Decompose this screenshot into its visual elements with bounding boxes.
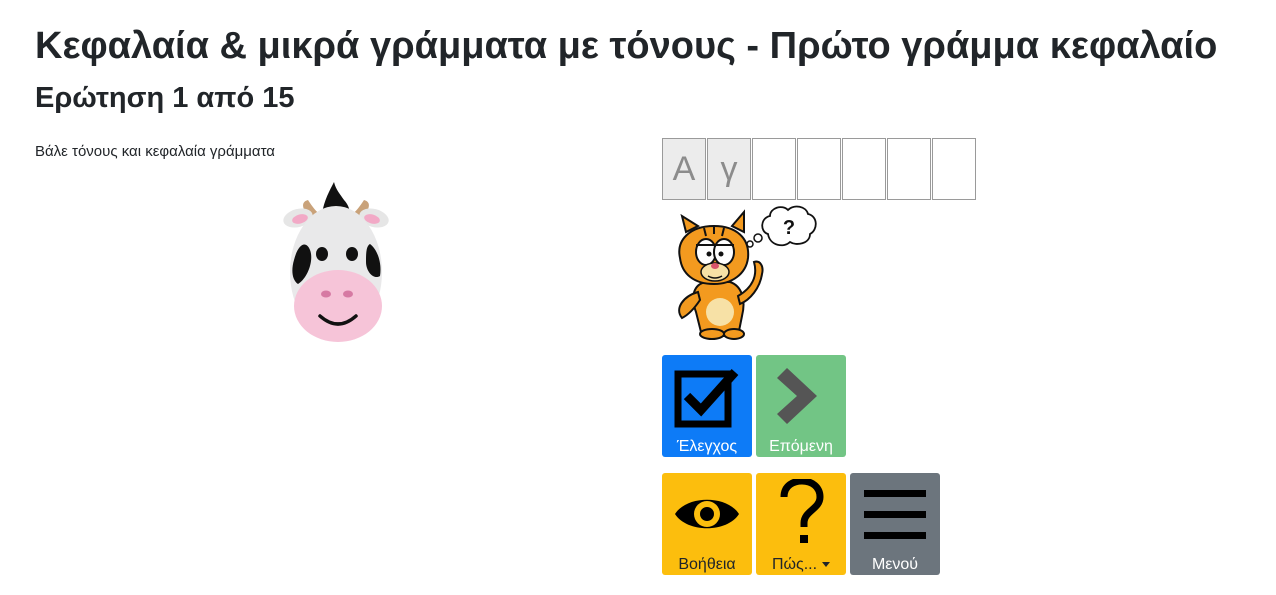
checkbox-check-icon xyxy=(672,361,742,431)
thought-bubble-question-mark: ? xyxy=(783,217,795,239)
letter-cell[interactable] xyxy=(887,138,931,200)
letter-cell[interactable]: γ xyxy=(707,138,751,200)
letter-cell[interactable] xyxy=(932,138,976,200)
letter-cell[interactable] xyxy=(797,138,841,200)
question-counter: Ερώτηση 1 από 15 xyxy=(35,82,295,114)
letter-cell[interactable] xyxy=(752,138,796,200)
check-button[interactable]: Έλεγχος xyxy=(662,355,752,457)
menu-button-label: Μενού xyxy=(871,556,919,573)
how-button-label: Πώς... xyxy=(771,556,818,573)
instruction-text: Βάλε τόνους και κεφαλαία γράμματα xyxy=(35,143,275,160)
check-button-label: Έλεγχος xyxy=(676,438,738,455)
letter-cell[interactable]: Α xyxy=(662,138,706,200)
page-title: Κεφαλαία & μικρά γράμματα με τόνους - Πρ… xyxy=(35,25,1218,67)
help-button-label: Βοήθεια xyxy=(678,556,736,573)
cow-picture xyxy=(283,182,389,342)
help-button[interactable]: Βοήθεια xyxy=(662,473,752,575)
hamburger-menu-icon xyxy=(860,479,930,549)
eye-icon xyxy=(672,479,742,549)
how-dropdown-button[interactable]: Πώς... xyxy=(756,473,846,575)
next-button-label: Επόμενη xyxy=(769,438,833,455)
how-button-label-wrap: Πώς... xyxy=(771,555,831,575)
question-mark-icon xyxy=(766,479,836,549)
letter-cell[interactable] xyxy=(842,138,886,200)
caret-down-icon xyxy=(822,562,831,568)
answer-word-boxes: Α γ xyxy=(662,138,977,200)
next-button[interactable]: Επόμενη xyxy=(756,355,846,457)
thinking-cat-picture: ? xyxy=(678,205,817,340)
menu-button[interactable]: Μενού xyxy=(850,473,940,575)
chevron-right-icon xyxy=(766,361,836,431)
